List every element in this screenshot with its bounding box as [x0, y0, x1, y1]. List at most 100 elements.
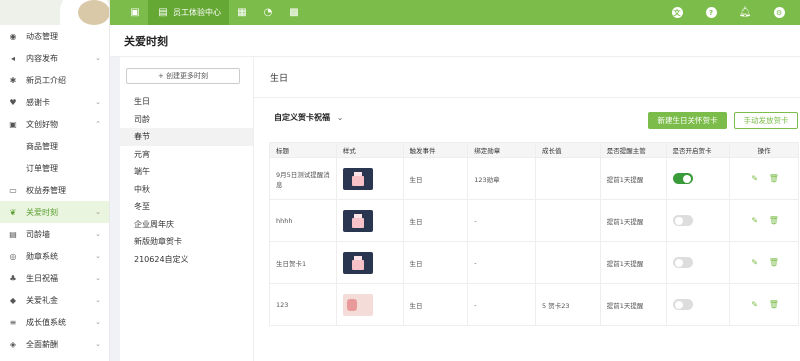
book-icon: ▤: [158, 7, 168, 18]
sidebar-item[interactable]: ▣ 文创好物 ⌃: [0, 113, 109, 135]
top-navigation: ▣ ▤ 员工体验中心 ▦ ◔ ▩ 文 ? 🔔︎ ⚙: [110, 0, 800, 25]
help-icon[interactable]: ?: [694, 0, 728, 25]
moment-item[interactable]: 春节: [120, 128, 253, 146]
cell-remind: 提前1天提醒: [601, 284, 667, 325]
sidebar-item[interactable]: ◉ 动态管理: [0, 25, 109, 47]
sidebar-item[interactable]: ◎ 勋章系统 ⌄: [0, 245, 109, 267]
enable-toggle[interactable]: [672, 173, 693, 184]
card-type-dropdown[interactable]: 自定义贺卡祝福 ⌄: [274, 112, 344, 123]
sidebar-item[interactable]: ≡ 成长值系统 ⌄: [0, 311, 109, 333]
sidebar-item-label: 文创好物: [26, 119, 58, 129]
cell-style: [337, 242, 404, 283]
col-header: 是否开启贺卡: [667, 143, 731, 157]
chart-pie-icon[interactable]: ◔: [255, 0, 281, 25]
translate-icon[interactable]: 文: [660, 0, 694, 25]
cell-title: 123: [270, 284, 337, 325]
chevron-icon: ⌄: [95, 274, 101, 282]
moment-item[interactable]: 司龄: [120, 111, 253, 129]
moment-item[interactable]: 210624自定义: [120, 251, 253, 269]
moment-item[interactable]: 中秋: [120, 181, 253, 199]
enable-toggle[interactable]: [672, 215, 693, 226]
delete-icon[interactable]: 🗑︎: [769, 216, 779, 225]
sidebar-item-label: 关爱时刻: [26, 207, 58, 217]
sidebar-item-label: 全面薪酬: [26, 339, 58, 349]
cell-medal: -: [468, 284, 536, 325]
tab-employee-experience[interactable]: ▤ 员工体验中心: [148, 0, 229, 25]
card-thumbnail: [342, 167, 373, 190]
cell-title: hhhh: [270, 200, 337, 241]
sidebar-item[interactable]: ◆ 关爱礼金 ⌄: [0, 289, 109, 311]
chevron-icon: ⌄: [95, 230, 101, 238]
edit-icon[interactable]: ✎: [750, 258, 759, 267]
moment-item[interactable]: 冬至: [120, 198, 253, 216]
col-header: 绑定勋章: [468, 143, 537, 157]
sidebar-item-label: 感谢卡: [26, 97, 50, 107]
moment-item[interactable]: 新版勋章贺卡: [120, 233, 253, 251]
enable-toggle[interactable]: [672, 299, 693, 310]
salary-icon: ◈: [9, 339, 17, 349]
chevron-icon: ⌄: [95, 208, 101, 216]
create-moment-button[interactable]: + 创建更多时刻: [126, 68, 240, 84]
chevron-icon: ⌄: [95, 296, 101, 304]
chevron-icon: ⌄: [95, 318, 101, 326]
table-row: hhhh 生日 - 提前1天提醒 ✎ 🗑︎: [269, 200, 799, 242]
edit-icon[interactable]: ✎: [750, 216, 759, 225]
moment-item[interactable]: 元宵: [120, 146, 253, 164]
enable-toggle[interactable]: [672, 257, 693, 268]
cell-event: 生日: [404, 242, 469, 283]
sidebar-item-label: 商品管理: [26, 141, 58, 151]
page-title: 关爱时刻: [110, 25, 800, 57]
settings-icon[interactable]: ⚙: [762, 0, 796, 25]
sidebar-menu: ◉ 动态管理 ◂ 内容发布 ⌄ ✱ 新员工介绍 ♥ 感谢卡 ⌄ ▣ 文创好物 ⌃ 商品管理订单管理 ▭ 权益券…: [0, 25, 109, 355]
medal-icon: ◎: [9, 251, 17, 261]
manual-send-card-button[interactable]: 手动发放贺卡: [734, 112, 798, 129]
sidebar-item[interactable]: 订单管理: [0, 157, 109, 179]
sidebar-item[interactable]: ♣ 生日祝福 ⌄: [0, 267, 109, 289]
edit-icon[interactable]: ✎: [750, 174, 759, 183]
edit-icon[interactable]: ✎: [750, 300, 759, 309]
sidebar-item[interactable]: ◈ 全面薪酬 ⌄: [0, 333, 109, 355]
sidebar-item[interactable]: 商品管理: [0, 135, 109, 157]
sidebar-item[interactable]: ▭ 权益券管理: [0, 179, 109, 201]
col-header: 操作: [757, 147, 771, 155]
grid-icon[interactable]: ▦: [229, 0, 255, 25]
table-row: 123 生日 -5 贺卡23 提前1天提醒 ✎ 🗑︎: [269, 284, 799, 326]
moment-item[interactable]: 端午: [120, 163, 253, 181]
new-birthday-card-button[interactable]: 新建生日关怀贺卡: [648, 112, 727, 129]
briefcase-icon[interactable]: ▣: [122, 0, 148, 25]
col-header: 是否提醒主管: [601, 143, 667, 157]
active-tab-label: 员工体验中心: [173, 8, 221, 17]
cell-enabled: [667, 158, 731, 199]
sidebar-item-label: 权益券管理: [26, 185, 66, 195]
chevron-icon: ⌄: [95, 340, 101, 348]
bell-icon[interactable]: 🔔︎: [728, 0, 762, 25]
cards-table: 标题 样式 触发事件 绑定勋章 成长值 是否提醒主管 是否开启贺卡 操作 9月5…: [269, 142, 799, 326]
sidebar-item[interactable]: ❦ 关爱时刻 ⌄: [0, 201, 109, 223]
sidebar-item[interactable]: ✱ 新员工介绍: [0, 69, 109, 91]
cell-medal: 123勋章: [468, 158, 536, 199]
cell-growth: [536, 242, 601, 283]
table-row: 生日贺卡1 生日 - 提前1天提醒 ✎ 🗑︎: [269, 242, 799, 284]
sidebar-item[interactable]: ◂ 内容发布 ⌄: [0, 47, 109, 69]
wall-icon: ▤: [9, 229, 17, 239]
delete-icon[interactable]: 🗑︎: [769, 258, 779, 267]
cell-actions: ✎ 🗑︎: [730, 242, 798, 283]
sidebar-item[interactable]: ♥ 感谢卡 ⌄: [0, 91, 109, 113]
moment-item[interactable]: 生日: [120, 93, 253, 111]
gift-box-icon: ▣: [9, 119, 17, 129]
delete-icon[interactable]: 🗑︎: [769, 174, 779, 183]
delete-icon[interactable]: 🗑︎: [769, 300, 779, 309]
cell-enabled: [667, 242, 731, 283]
moment-item[interactable]: 企业周年庆: [120, 216, 253, 234]
sidebar-item-label: 关爱礼金: [26, 295, 58, 305]
moment-detail: 生日 自定义贺卡祝福 ⌄ 新建生日关怀贺卡 手动发放贺卡 标题 样式 触发事件 …: [253, 57, 800, 361]
table-body: 9月5日测试提醒消息 生日 123勋章 提前1天提醒 ✎ 🗑︎ hhhh 生日 - 提前1天提醒 ✎…: [269, 158, 799, 326]
chevron-icon: ⌃: [95, 120, 101, 128]
sidebar-item[interactable]: ▤ 司龄墙 ⌄: [0, 223, 109, 245]
cell-event: 生日: [404, 284, 469, 325]
cell-enabled: [667, 284, 731, 325]
dynamic-icon: ◉: [9, 31, 17, 41]
sidebar-item-label: 动态管理: [26, 31, 58, 41]
apps-icon[interactable]: ▩: [281, 0, 307, 25]
main-content: 关爱时刻 + 创建更多时刻 生日 司龄 春节 元宵 端午 中秋 冬至 企业周年庆 新版勋章贺卡 2…: [110, 25, 800, 361]
